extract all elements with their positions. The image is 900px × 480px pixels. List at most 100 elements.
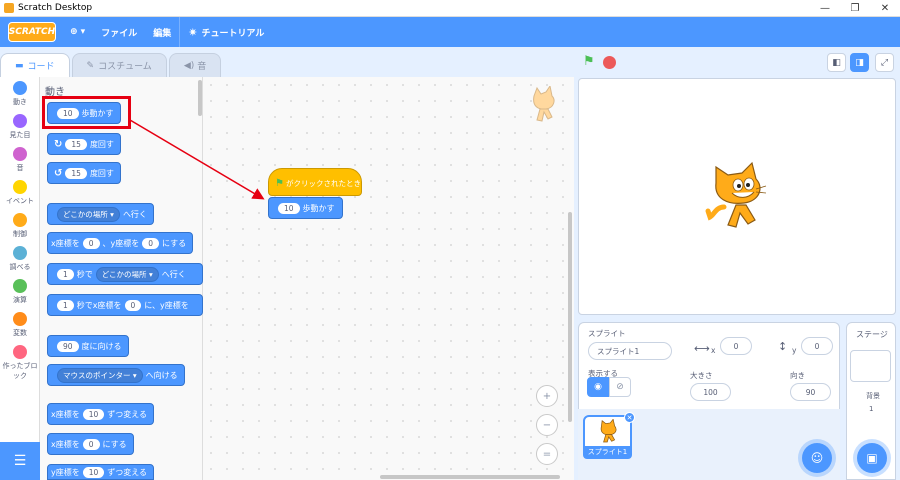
stage-pane-title: ステージ xyxy=(856,330,888,339)
backdrop-count: 1 xyxy=(869,405,874,413)
steps-input[interactable]: 10 xyxy=(278,202,300,214)
x-input[interactable]: 0 xyxy=(82,237,100,249)
glide-xy-block[interactable]: 1 秒でx座標を 0 に、y座標を xyxy=(47,294,203,316)
tab-sounds[interactable]: ◀) 音 xyxy=(168,53,222,77)
change-input[interactable]: 10 xyxy=(82,467,105,478)
x-input[interactable]: 0 xyxy=(124,299,142,311)
cat-sprite[interactable] xyxy=(702,161,772,231)
degrees-input[interactable]: 15 xyxy=(65,167,87,179)
script-move-block[interactable]: 10 歩動かす xyxy=(268,197,343,219)
fullscreen-button[interactable]: ⤢ xyxy=(875,53,894,72)
block-text: 度回す xyxy=(89,139,114,149)
block-text: x座標を xyxy=(51,238,80,248)
code-vscrollbar[interactable] xyxy=(568,212,572,422)
speaker-icon: ◀) xyxy=(183,60,195,71)
palette-scrollbar[interactable] xyxy=(198,80,202,116)
delete-sprite-button[interactable]: ✕ xyxy=(624,412,635,423)
category-operators[interactable]: 演算 xyxy=(0,279,40,305)
show-sprite-button[interactable]: ◉ xyxy=(587,377,609,397)
category-label: イベント xyxy=(6,197,34,205)
y-input[interactable]: 0 xyxy=(142,237,160,249)
category-my-blocks[interactable]: 作ったブロック xyxy=(0,345,40,381)
size-label: 大きさ xyxy=(690,371,713,380)
block-text: にする xyxy=(162,238,187,248)
edit-menu[interactable]: 編集 xyxy=(145,17,179,47)
tab-costumes-label: コスチューム xyxy=(98,62,152,72)
category-dot xyxy=(13,213,27,227)
sprite-label: スプライト xyxy=(588,329,626,338)
add-sprite-button[interactable]: ☺ xyxy=(802,443,832,473)
direction-input[interactable]: 90 xyxy=(790,383,831,401)
seconds-input[interactable]: 1 xyxy=(57,299,74,311)
direction-input[interactable]: 90 xyxy=(57,340,79,352)
change-x-block[interactable]: x座標を 10 ずつ変える xyxy=(47,403,155,425)
category-variables[interactable]: 変数 xyxy=(0,312,40,338)
tab-costumes[interactable]: ✎ コスチューム xyxy=(71,53,167,77)
towards-dropdown[interactable]: マウスのポインター ▾ xyxy=(57,367,143,383)
size-input[interactable]: 100 xyxy=(690,383,731,401)
zoom-out-button[interactable]: − xyxy=(536,414,558,436)
block-text: に、y座標を xyxy=(144,300,189,310)
block-text: へ行く xyxy=(161,269,186,279)
sprite-name-input[interactable]: スプライト1 xyxy=(588,342,672,360)
change-input[interactable]: 10 xyxy=(82,408,105,420)
file-menu[interactable]: ファイル xyxy=(93,17,145,47)
glide-block[interactable]: 1 秒で どこかの場所 ▾ へ行く xyxy=(47,263,203,285)
restore-button[interactable]: ❐ xyxy=(840,0,870,17)
turn-right-block[interactable]: ↻ 15 度回す xyxy=(47,133,121,155)
extension-button[interactable]: ☰ xyxy=(0,442,40,480)
goto-xy-block[interactable]: x座標を 0 、y座標を 0 にする xyxy=(47,232,194,254)
stop-button[interactable] xyxy=(603,56,616,69)
tab-code[interactable]: ▬ コード xyxy=(0,53,70,77)
zoom-in-button[interactable]: + xyxy=(536,385,558,407)
point-towards-block[interactable]: マウスのポインター ▾ へ向ける xyxy=(47,364,185,386)
hide-sprite-button[interactable]: ⊘ xyxy=(609,377,631,397)
goto-block[interactable]: どこかの場所 ▾ へ行く xyxy=(47,203,154,225)
green-flag-button[interactable]: ⚑ xyxy=(583,55,597,69)
change-y-block[interactable]: y座標を 10 ずつ変える xyxy=(47,464,155,480)
menu-bar: SCRATCH ⊕ ▾ ファイル 編集 ✷ チュートリアル xyxy=(0,17,900,47)
close-button[interactable]: ✕ xyxy=(870,0,900,17)
category-dot xyxy=(13,246,27,260)
when-flag-clicked-block[interactable]: ⚑ がクリックされたとき xyxy=(268,168,362,196)
zoom-reset-button[interactable]: = xyxy=(536,443,558,465)
backdrop-label: 背景 xyxy=(866,392,880,400)
code-area[interactable] xyxy=(203,77,574,480)
goto-dropdown[interactable]: どこかの場所 ▾ xyxy=(57,206,120,222)
y-input[interactable]: 0 xyxy=(801,337,833,355)
scratch-logo[interactable]: SCRATCH xyxy=(8,22,56,42)
stage-canvas[interactable] xyxy=(578,78,896,315)
category-sensing[interactable]: 調べる xyxy=(0,246,40,272)
x-input[interactable]: 0 xyxy=(720,337,752,355)
set-x-block[interactable]: x座標を 0 にする xyxy=(47,433,134,455)
turn-left-block[interactable]: ↺ 15 度回す xyxy=(47,162,121,184)
block-text: へ行く xyxy=(122,209,147,219)
window-title: Scratch Desktop xyxy=(18,3,93,13)
small-stage-icon: ◧ xyxy=(832,57,841,68)
add-backdrop-button[interactable]: ▣ xyxy=(857,443,887,473)
editor-tabs: ▬ コード ✎ コスチューム ◀) 音 xyxy=(0,53,223,77)
category-motion[interactable]: 動き xyxy=(0,81,40,107)
seconds-input[interactable]: 1 xyxy=(57,268,74,280)
backdrop-thumbnail[interactable] xyxy=(850,350,891,382)
block-text: 度に向ける xyxy=(81,341,122,351)
language-menu[interactable]: ⊕ ▾ xyxy=(62,17,93,47)
degrees-input[interactable]: 15 xyxy=(65,138,87,150)
block-text: x座標を xyxy=(51,409,80,419)
set-input[interactable]: 0 xyxy=(82,438,100,450)
large-stage-button[interactable]: ◨ xyxy=(850,53,869,72)
cat-thumbnail-icon xyxy=(600,419,617,443)
small-stage-button[interactable]: ◧ xyxy=(827,53,846,72)
minimize-button[interactable]: — xyxy=(810,0,840,17)
category-control[interactable]: 制御 xyxy=(0,213,40,239)
block-text: へ向ける xyxy=(145,370,178,380)
category-events[interactable]: イベント xyxy=(0,180,40,206)
code-hscrollbar[interactable] xyxy=(380,475,560,479)
tutorial-menu[interactable]: ✷ チュートリアル xyxy=(180,17,272,47)
glide-dropdown[interactable]: どこかの場所 ▾ xyxy=(95,266,159,282)
point-direction-block[interactable]: 90 度に向ける xyxy=(47,335,129,357)
category-sound[interactable]: 音 xyxy=(0,147,40,173)
tab-code-label: コード xyxy=(27,62,55,72)
category-looks[interactable]: 見た目 xyxy=(0,114,40,140)
green-flag-icon: ⚑ xyxy=(583,54,595,69)
